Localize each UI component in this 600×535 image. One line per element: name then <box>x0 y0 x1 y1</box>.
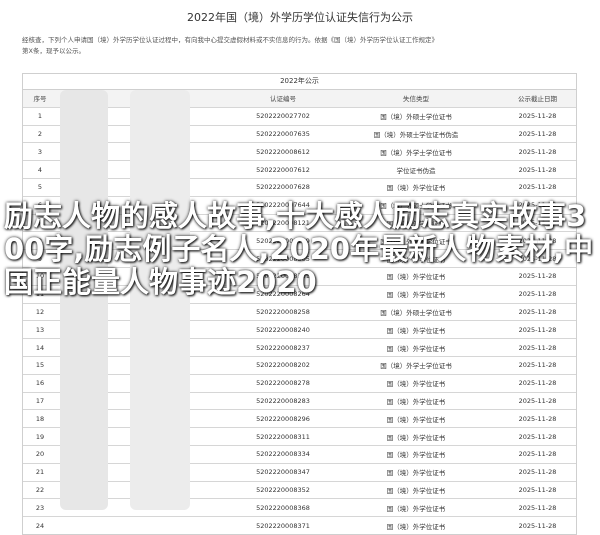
cell-date: 2025-11-28 <box>518 503 557 512</box>
cell-code: 5202220027702 <box>256 112 310 121</box>
cell-type: 国（境）外学位证书 <box>386 184 446 193</box>
cell-no: 21 <box>35 468 45 477</box>
column-header-code: 认证编号 <box>270 95 296 104</box>
cell-date: 2025-11-28 <box>518 485 557 494</box>
table-caption: 2022年公示 <box>23 74 576 90</box>
blurred-gender-column <box>130 90 190 510</box>
cell-type: 国（境）外学位证书 <box>386 326 446 335</box>
cell-code: 5202220008202 <box>256 361 310 370</box>
cell-code: 5202220008352 <box>256 485 310 494</box>
table-row: 24 5202220008371 国（境）外学位证书 2025-11-28 <box>23 517 576 534</box>
cell-no: 24 <box>35 521 45 530</box>
overlay-headline: 励志人物的感人故事,十大感人励志真实故事300字,励志例子名人,2020年最新人… <box>4 199 594 299</box>
cell-date: 2025-11-28 <box>518 165 557 174</box>
cell-code: 5202220008334 <box>256 450 310 459</box>
cell-date: 2025-11-28 <box>518 414 557 423</box>
cell-code: 5202220007628 <box>256 183 310 192</box>
cell-code: 5202220008240 <box>256 325 310 334</box>
cell-code: 5202220008311 <box>256 432 310 441</box>
cell-no: 13 <box>35 325 45 334</box>
blurred-name-column <box>60 90 108 510</box>
cell-date: 2025-11-28 <box>518 325 557 334</box>
column-header-type: 失信类型 <box>403 95 429 104</box>
cell-code: 5202220008612 <box>256 147 310 156</box>
cell-code: 5202220008278 <box>256 379 310 388</box>
cell-no: 19 <box>35 432 45 441</box>
cell-no: 16 <box>35 379 45 388</box>
cell-date: 2025-11-28 <box>518 379 557 388</box>
cell-no: 5 <box>37 183 43 192</box>
cell-code: 5202220008296 <box>256 414 310 423</box>
cell-type: 国（境）外学位证书 <box>386 433 446 442</box>
cell-code: 5202220007612 <box>256 165 310 174</box>
cell-type: 国（境）外学位证书 <box>386 415 446 424</box>
cell-date: 2025-11-28 <box>518 343 557 352</box>
cell-type: 国（境）外硕士学位证书伪造 <box>373 130 459 139</box>
cell-type: 国（境）外学位证书 <box>386 504 446 513</box>
cell-no: 17 <box>35 396 45 405</box>
notice-line: 第X条，现予以公示。 <box>22 47 85 55</box>
cell-no: 4 <box>37 165 43 174</box>
notice-text: 经核查，下列个人申请国（境）外学历学位认证过程中，有向我中心提交虚假材料或不实信… <box>22 35 582 57</box>
cell-no: 23 <box>35 503 45 512</box>
cell-date: 2025-11-28 <box>518 396 557 405</box>
cell-type: 国（境）外学位证书 <box>386 380 446 389</box>
notice-line: 经核查，下列个人申请国（境）外学历学位认证过程中，有向我中心提交虚假材料或不实信… <box>22 36 438 44</box>
column-header-date: 公示截止日期 <box>518 95 557 104</box>
cell-date: 2025-11-28 <box>518 112 557 121</box>
cell-type: 国（境）外学士学位证书 <box>380 148 452 157</box>
cell-type: 国（境）外学位证书 <box>386 397 446 406</box>
cell-no: 1 <box>37 112 43 121</box>
cell-no: 15 <box>35 361 45 370</box>
cell-date: 2025-11-28 <box>518 468 557 477</box>
cell-date: 2025-11-28 <box>518 432 557 441</box>
cell-code: 5202220008258 <box>256 307 310 316</box>
cell-type: 国（境）外学位证书 <box>386 522 446 531</box>
cell-date: 2025-11-28 <box>518 450 557 459</box>
cell-no: 3 <box>37 147 43 156</box>
cell-code: 5202220008368 <box>256 503 310 512</box>
cell-type: 国（境）外硕士学位证书 <box>380 113 452 122</box>
column-header-no: 序号 <box>33 95 47 104</box>
cell-type: 国（境）外学位证书 <box>386 486 446 495</box>
cell-no: 12 <box>35 307 45 316</box>
page-title: 2022年国（境）外学历学位认证失信行为公示 <box>187 11 413 24</box>
cell-date: 2025-11-28 <box>518 361 557 370</box>
cell-date: 2025-11-28 <box>518 307 557 316</box>
cell-code: 5202220008237 <box>256 343 310 352</box>
cell-date: 2025-11-28 <box>518 521 557 530</box>
cell-type: 国（境）外硕士学位证书 <box>380 308 452 317</box>
cell-type: 国（境）外学位证书 <box>386 451 446 460</box>
cell-date: 2025-11-28 <box>518 183 557 192</box>
cell-no: 22 <box>35 485 45 494</box>
cell-code: 5202220008371 <box>256 521 310 530</box>
cell-no: 18 <box>35 414 45 423</box>
cell-code: 5202220008347 <box>256 468 310 477</box>
cell-date: 2025-11-28 <box>518 129 557 138</box>
cell-type: 国（境）外学位证书 <box>386 344 446 353</box>
cell-no: 14 <box>35 343 45 352</box>
cell-no: 2 <box>37 129 43 138</box>
cell-code: 5202220008283 <box>256 396 310 405</box>
cell-type: 国（境）外学士学位证书 <box>380 362 452 371</box>
cell-code: 5202220007635 <box>256 129 310 138</box>
cell-date: 2025-11-28 <box>518 147 557 156</box>
cell-type: 学位证书伪造 <box>396 166 436 175</box>
cell-type: 国（境）外学位证书 <box>386 469 446 478</box>
cell-no: 20 <box>35 450 45 459</box>
